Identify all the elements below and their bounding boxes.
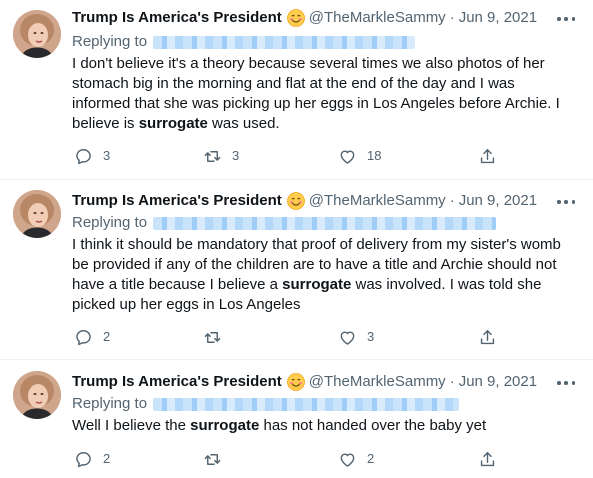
highlighted-keyword: surrogate: [282, 276, 352, 293]
avatar[interactable]: [13, 371, 61, 419]
display-name[interactable]: Trump Is America's President: [72, 372, 282, 392]
redacted-mentions[interactable]: [153, 216, 497, 230]
reply-icon: [76, 148, 91, 164]
tweet-header: Trump Is America's President @TheMarkleS…: [72, 372, 537, 392]
redacted-mentions[interactable]: [153, 397, 460, 411]
display-name[interactable]: Trump Is America's President: [72, 8, 282, 28]
like-icon: [340, 330, 355, 345]
reply-count: 2: [103, 329, 111, 344]
reply-button[interactable]: 2: [74, 327, 110, 347]
tweet-date[interactable]: Jun 9, 2021: [459, 191, 537, 211]
more-icon[interactable]: [557, 192, 575, 212]
more-icon[interactable]: [557, 373, 575, 393]
reply-icon: [76, 329, 91, 345]
share-icon: [480, 451, 495, 466]
retweet-button[interactable]: 3: [203, 146, 239, 166]
share-icon: [480, 148, 495, 163]
retweet-icon: [204, 453, 221, 465]
tweet-text: Well I believe the surrogate has not han…: [72, 417, 487, 434]
retweet-button[interactable]: [203, 327, 232, 347]
username-handle[interactable]: @TheMarkleSammy: [309, 8, 446, 28]
like-count: 18: [367, 148, 382, 163]
retweet-icon: [204, 331, 221, 343]
tweet-date[interactable]: Jun 9, 2021: [459, 372, 537, 392]
tweet-text: I don't believe it's a theory because se…: [72, 55, 560, 132]
reply-button[interactable]: 3: [74, 146, 110, 166]
share-icon: [480, 329, 495, 344]
redacted-mentions[interactable]: [153, 35, 416, 49]
tweet-actions: 2 3: [72, 327, 502, 347]
separator-dot: ·: [449, 192, 455, 209]
retweet-count: 3: [232, 148, 240, 163]
like-icon: [340, 149, 355, 164]
smiling-face-emoji-icon: [286, 9, 305, 27]
display-name[interactable]: Trump Is America's President: [72, 191, 282, 211]
replying-to: Replying to: [72, 32, 416, 52]
tweet[interactable]: Trump Is America's President @TheMarkleS…: [0, 360, 593, 478]
replying-to: Replying to: [72, 213, 497, 233]
smiling-face-emoji-icon: [286, 192, 305, 210]
reply-button[interactable]: 2: [74, 449, 110, 469]
tweet[interactable]: Trump Is America's President @TheMarkleS…: [0, 180, 593, 358]
retweet-icon: [204, 150, 221, 162]
more-icon[interactable]: [557, 9, 575, 29]
reply-icon: [76, 451, 91, 467]
tweet-text: I think it should be mandatory that proo…: [72, 236, 561, 313]
highlighted-keyword: surrogate: [138, 115, 208, 132]
avatar[interactable]: [13, 10, 61, 58]
highlighted-keyword: surrogate: [190, 417, 260, 434]
share-button[interactable]: [478, 327, 497, 347]
replying-to-label: Replying to: [72, 395, 148, 412]
tweet-date[interactable]: Jun 9, 2021: [459, 8, 537, 28]
tweet-actions: 3 3 18: [72, 146, 502, 166]
replying-to-label: Replying to: [72, 214, 148, 231]
tweet-actions: 2 2: [72, 449, 502, 469]
like-button[interactable]: 18: [338, 146, 381, 166]
smiling-face-emoji-icon: [286, 373, 305, 391]
replying-to: Replying to: [72, 394, 460, 414]
share-button[interactable]: [478, 449, 497, 469]
like-count: 3: [367, 329, 375, 344]
like-count: 2: [367, 451, 375, 466]
tweet-header: Trump Is America's President @TheMarkleS…: [72, 191, 537, 211]
like-icon: [340, 452, 355, 467]
username-handle[interactable]: @TheMarkleSammy: [309, 191, 446, 211]
avatar[interactable]: [13, 190, 61, 238]
separator-dot: ·: [449, 9, 455, 26]
replying-to-label: Replying to: [72, 33, 148, 50]
like-button[interactable]: 2: [338, 449, 374, 469]
tweet-header: Trump Is America's President @TheMarkleS…: [72, 8, 537, 28]
like-button[interactable]: 3: [338, 327, 374, 347]
retweet-button[interactable]: [203, 449, 232, 469]
share-button[interactable]: [478, 146, 497, 166]
username-handle[interactable]: @TheMarkleSammy: [309, 372, 446, 392]
reply-count: 3: [103, 148, 111, 163]
tweet[interactable]: Trump Is America's President @TheMarkleS…: [0, 0, 593, 178]
separator-dot: ·: [449, 373, 455, 390]
reply-count: 2: [103, 451, 111, 466]
